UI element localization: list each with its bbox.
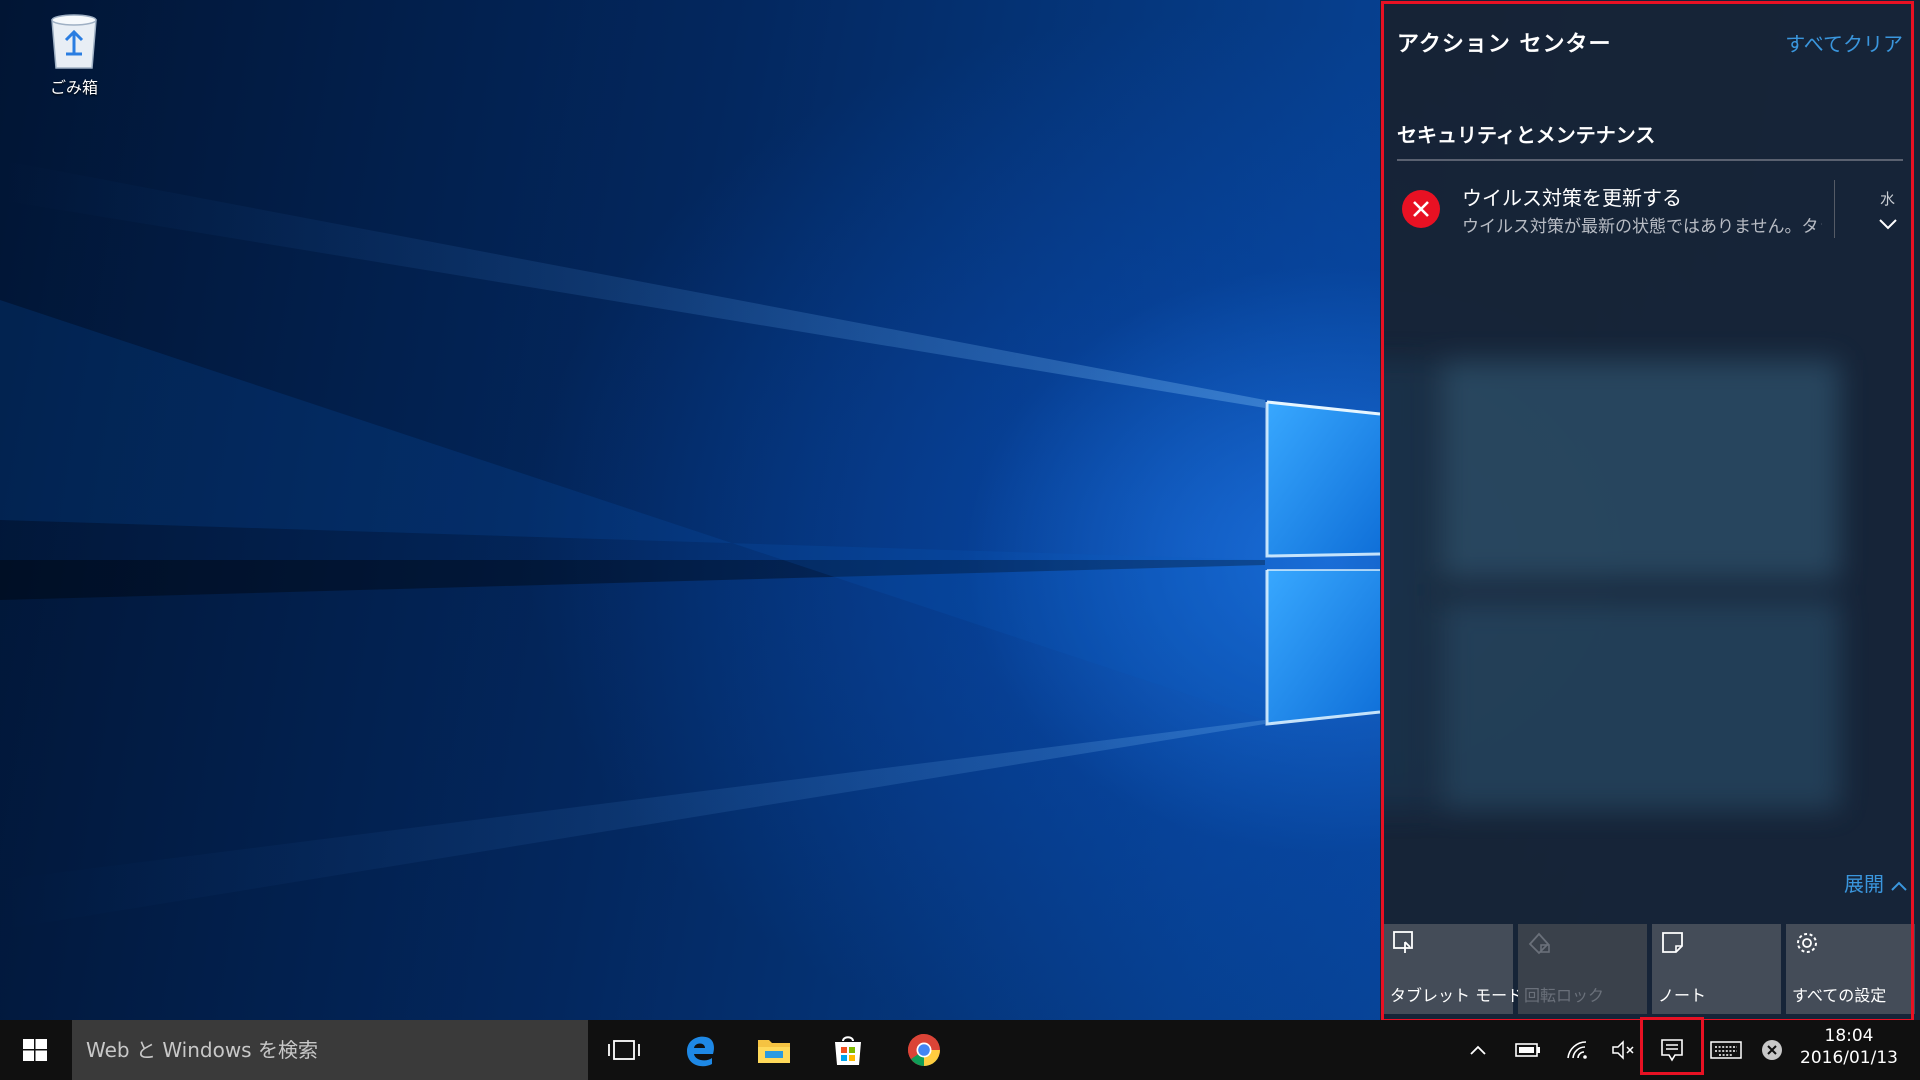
expand-quick-actions-link[interactable]: 展開 (1844, 868, 1908, 897)
quick-action-label: ノート (1658, 986, 1707, 1005)
taskbar: Web と Windows を検索 18:04 2016/01/13 (0, 1020, 1920, 1080)
store-button[interactable] (812, 1020, 884, 1080)
desktop-icon-recycle-bin[interactable]: ごみ箱 (40, 10, 108, 98)
blurred-backdrop (1380, 360, 1840, 810)
show-hidden-icons-button[interactable] (1460, 1020, 1496, 1080)
store-icon (835, 1036, 861, 1065)
recycle-bin-icon (46, 10, 102, 70)
volume-button[interactable] (1604, 1020, 1644, 1080)
tablet-mode-icon (1392, 930, 1418, 960)
edge-button[interactable] (664, 1020, 736, 1080)
edge-icon (687, 1036, 714, 1067)
start-button[interactable] (0, 1020, 70, 1080)
chrome-icon (908, 1034, 940, 1066)
windows-logo-icon (23, 1039, 47, 1061)
action-center-button[interactable] (1642, 1020, 1702, 1080)
quick-action-tablet-mode[interactable]: タブレット モード (1384, 924, 1523, 1014)
notification-body: ウイルス対策が最新の状態ではありません。タッ (1462, 217, 1822, 237)
action-center-icon (1661, 1039, 1683, 1062)
group-divider (1397, 159, 1903, 161)
quick-action-rotation-lock[interactable]: 回転ロック (1518, 924, 1647, 1014)
file-explorer-icon (758, 1040, 790, 1063)
battery-button[interactable] (1508, 1020, 1548, 1080)
expand-label: 展開 (1844, 872, 1884, 896)
quick-action-label: 回転ロック (1524, 986, 1605, 1005)
chevron-up-icon (1891, 881, 1907, 891)
task-view-icon (608, 1040, 640, 1060)
clock[interactable]: 18:04 2016/01/13 (1784, 1020, 1914, 1080)
notification-group-header: セキュリティとメンテナンス (1397, 123, 1656, 147)
quick-action-all-settings[interactable]: すべての設定 (1786, 924, 1915, 1014)
settings-gear-icon (1794, 930, 1820, 960)
chevron-down-icon[interactable] (1878, 216, 1898, 235)
clock-date: 2016/01/13 (1800, 1048, 1898, 1068)
notification-item[interactable]: ウイルス対策を更新する ウイルス対策が最新の状態ではありません。タッ 水 (1380, 176, 1920, 246)
volume-muted-icon (1612, 1040, 1634, 1060)
touch-keyboard-button[interactable] (1706, 1020, 1746, 1080)
quick-action-note[interactable]: ノート (1652, 924, 1781, 1014)
note-icon (1660, 930, 1686, 960)
network-button[interactable] (1558, 1020, 1598, 1080)
search-box[interactable]: Web と Windows を検索 (72, 1020, 588, 1080)
rotation-lock-icon (1526, 930, 1552, 960)
notification-title: ウイルス対策を更新する (1462, 186, 1682, 210)
chrome-button[interactable] (888, 1020, 960, 1080)
action-center-title: アクション センター (1397, 32, 1612, 57)
task-view-button[interactable] (588, 1020, 660, 1080)
chevron-up-icon (1470, 1045, 1486, 1055)
notification-time: 水 (1880, 190, 1896, 208)
quick-action-label: タブレット モード (1390, 986, 1524, 1005)
wifi-icon (1567, 1041, 1587, 1059)
battery-icon (1515, 1043, 1540, 1057)
clock-time: 18:04 (1824, 1026, 1874, 1046)
clear-all-link[interactable]: すべてクリア (1785, 28, 1903, 57)
close-circle-icon (1762, 1040, 1782, 1060)
notification-separator (1834, 180, 1835, 238)
quick-action-label: すべての設定 (1792, 986, 1887, 1005)
touch-keyboard-icon (1710, 1041, 1742, 1059)
error-icon (1402, 190, 1440, 228)
search-placeholder: Web と Windows を検索 (86, 1038, 318, 1062)
desktop-icon-label: ごみ箱 (49, 78, 98, 97)
file-explorer-button[interactable] (738, 1020, 810, 1080)
action-center-panel: アクション センター すべてクリア セキュリティとメンテナンス ウイルス対策を更… (1380, 0, 1920, 1020)
